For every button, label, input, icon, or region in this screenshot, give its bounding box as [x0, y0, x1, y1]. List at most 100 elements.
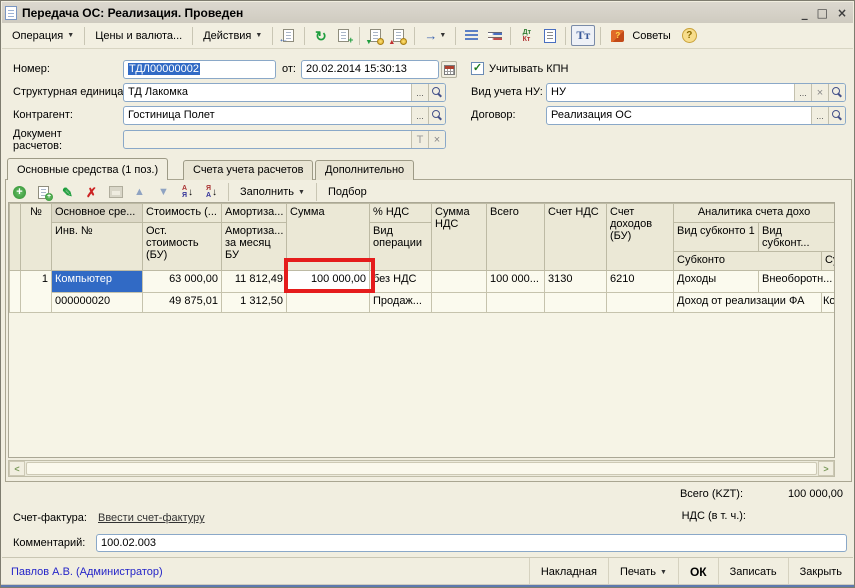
save-button[interactable]: Записать: [718, 558, 788, 586]
cell-sum-line2[interactable]: [287, 293, 370, 313]
move-up-icon[interactable]: ▲: [129, 182, 150, 202]
nu-field[interactable]: НУ ... ×: [546, 83, 846, 102]
maximize-icon[interactable]: □: [817, 6, 828, 20]
post-document-icon[interactable]: ▼: [365, 26, 386, 46]
tab-assets[interactable]: Основные средства (1 поз.): [7, 158, 168, 180]
scroll-right-icon[interactable]: >: [818, 461, 834, 476]
delete-row-icon[interactable]: ✗: [81, 182, 102, 202]
cell-subkonto2[interactable]: Ко: [822, 293, 835, 313]
cell-total[interactable]: 100 000...: [487, 271, 545, 293]
comment-field[interactable]: 100.02.003: [96, 534, 847, 552]
cell-vat-account-line2[interactable]: [545, 293, 607, 313]
scroll-left-icon[interactable]: <: [9, 461, 25, 476]
operation-button[interactable]: Операция ▼: [7, 28, 79, 44]
select-button[interactable]: ...: [411, 84, 428, 101]
minimize-icon[interactable]: _: [802, 6, 808, 20]
number-field[interactable]: ТДЛ00000002: [123, 60, 276, 79]
select-button[interactable]: ...: [811, 107, 828, 124]
unit-field[interactable]: ТД Лакомка ...: [123, 83, 446, 102]
goto-icon[interactable]: → ▼: [420, 26, 450, 46]
clear-button[interactable]: ×: [428, 131, 445, 148]
cell-cost[interactable]: 63 000,00: [143, 271, 222, 293]
cell-row-selector[interactable]: [10, 271, 21, 313]
invoice-print-button[interactable]: Накладная: [529, 558, 608, 586]
counterparty-field[interactable]: Гостиница Полет ...: [123, 106, 446, 125]
cell-vat-account[interactable]: 3130: [545, 271, 607, 293]
description-toggle-button[interactable]: Тт: [571, 25, 595, 46]
sort-descending-icon[interactable]: ЯА ↓: [201, 182, 222, 202]
plus-glyph: +: [13, 186, 26, 199]
dtkt-postings-icon[interactable]: ДтКт: [516, 26, 537, 46]
enter-invoice-link[interactable]: Ввести счет-фактуру: [98, 512, 205, 524]
copy-row-icon[interactable]: +: [33, 182, 54, 202]
cell-income-account-line2[interactable]: [607, 293, 674, 313]
print-button[interactable]: Печать ▼: [608, 558, 678, 586]
cell-num[interactable]: 1: [21, 271, 52, 313]
open-button[interactable]: [428, 84, 445, 101]
pick-button[interactable]: Подбор: [323, 184, 372, 200]
open-button[interactable]: [828, 107, 845, 124]
reread-icon[interactable]: ←: [278, 26, 299, 46]
mark-rows-icon[interactable]: [484, 26, 505, 46]
tab-additional[interactable]: Дополнительно: [315, 160, 414, 180]
settlement-doc-field[interactable]: T ×: [123, 130, 446, 149]
table-row-line2: 000000020 49 875,01 1 312,50 Продаж... Д…: [10, 293, 835, 313]
date-field[interactable]: 20.02.2014 15:30:13: [301, 60, 439, 79]
cell-subkonto1[interactable]: Доход от реализации ФА: [674, 293, 822, 313]
ok-button[interactable]: ОК: [678, 558, 718, 586]
help-icon[interactable]: ?: [682, 28, 697, 43]
cell-vat-sum-line2[interactable]: [432, 293, 487, 313]
cell-vat-pct[interactable]: без НДС: [370, 271, 432, 293]
cell-income-account[interactable]: 6210: [607, 271, 674, 293]
horizontal-scrollbar[interactable]: < >: [8, 460, 835, 477]
refresh-icon[interactable]: ↻: [310, 26, 331, 46]
add-row-icon[interactable]: +: [9, 182, 30, 202]
cell-subkind1[interactable]: Доходы: [674, 271, 759, 293]
calendar-button[interactable]: [441, 61, 457, 78]
text-edit-button[interactable]: T: [411, 131, 428, 148]
close-button[interactable]: Закрыть: [788, 558, 853, 586]
document-movements-icon[interactable]: [539, 26, 560, 46]
sort-ascending-icon[interactable]: АЯ ↓: [177, 182, 198, 202]
col-header-amort-month: Амортиза... за месяц БУ: [222, 223, 287, 271]
unit-label: Структурная единица:: [13, 86, 126, 98]
open-button[interactable]: [828, 84, 845, 101]
operation-label: Операция: [12, 30, 63, 42]
magnifier-icon: [432, 87, 443, 98]
cell-op-kind[interactable]: Продаж...: [370, 293, 432, 313]
structure-icon[interactable]: [461, 26, 482, 46]
select-button[interactable]: ...: [794, 84, 811, 101]
copy-icon[interactable]: +: [333, 26, 354, 46]
kpn-checkbox[interactable]: ✓: [471, 62, 484, 75]
open-button[interactable]: [428, 107, 445, 124]
close-icon[interactable]: ×: [837, 6, 847, 20]
document-window: Передача ОС: Реализация. Проведен _ □ × …: [0, 0, 855, 588]
cell-amort[interactable]: 11 812,49: [222, 271, 287, 293]
unpost-document-icon[interactable]: ▲: [388, 26, 409, 46]
select-button[interactable]: ...: [411, 107, 428, 124]
fill-button[interactable]: Заполнить ▼: [235, 184, 310, 200]
doc-shape: [544, 29, 556, 43]
col-header-subkonto1: Субконто: [674, 252, 822, 271]
cell-vat-sum[interactable]: [432, 271, 487, 293]
checkrows-shape: [488, 30, 502, 42]
cell-inv[interactable]: 000000020: [52, 293, 143, 313]
prices-currency-button[interactable]: Цены и валюта...: [90, 28, 187, 44]
tab-settlement-accounts[interactable]: Счета учета расчетов: [183, 160, 313, 180]
edit-row-icon[interactable]: ✎: [57, 182, 78, 202]
cell-total-line2[interactable]: [487, 293, 545, 313]
advice-button[interactable]: ? Советы: [606, 28, 675, 44]
col-header-total: Всего: [487, 204, 545, 271]
contract-field[interactable]: Реализация ОС ...: [546, 106, 846, 125]
cell-amort-month[interactable]: 1 312,50: [222, 293, 287, 313]
actions-button[interactable]: Действия ▼: [198, 28, 267, 44]
move-down-icon[interactable]: ▼: [153, 182, 174, 202]
refresh-glyph: ↻: [315, 29, 327, 43]
date-from-label: от:: [282, 63, 296, 75]
cell-subkind2[interactable]: Внеоборотн...: [759, 271, 835, 293]
scrollbar-thumb[interactable]: [26, 462, 817, 475]
cell-residual[interactable]: 49 875,01: [143, 293, 222, 313]
clear-button[interactable]: ×: [811, 84, 828, 101]
cell-sum[interactable]: 100 000,00: [287, 271, 370, 293]
cell-asset[interactable]: Компьютер: [52, 271, 143, 293]
